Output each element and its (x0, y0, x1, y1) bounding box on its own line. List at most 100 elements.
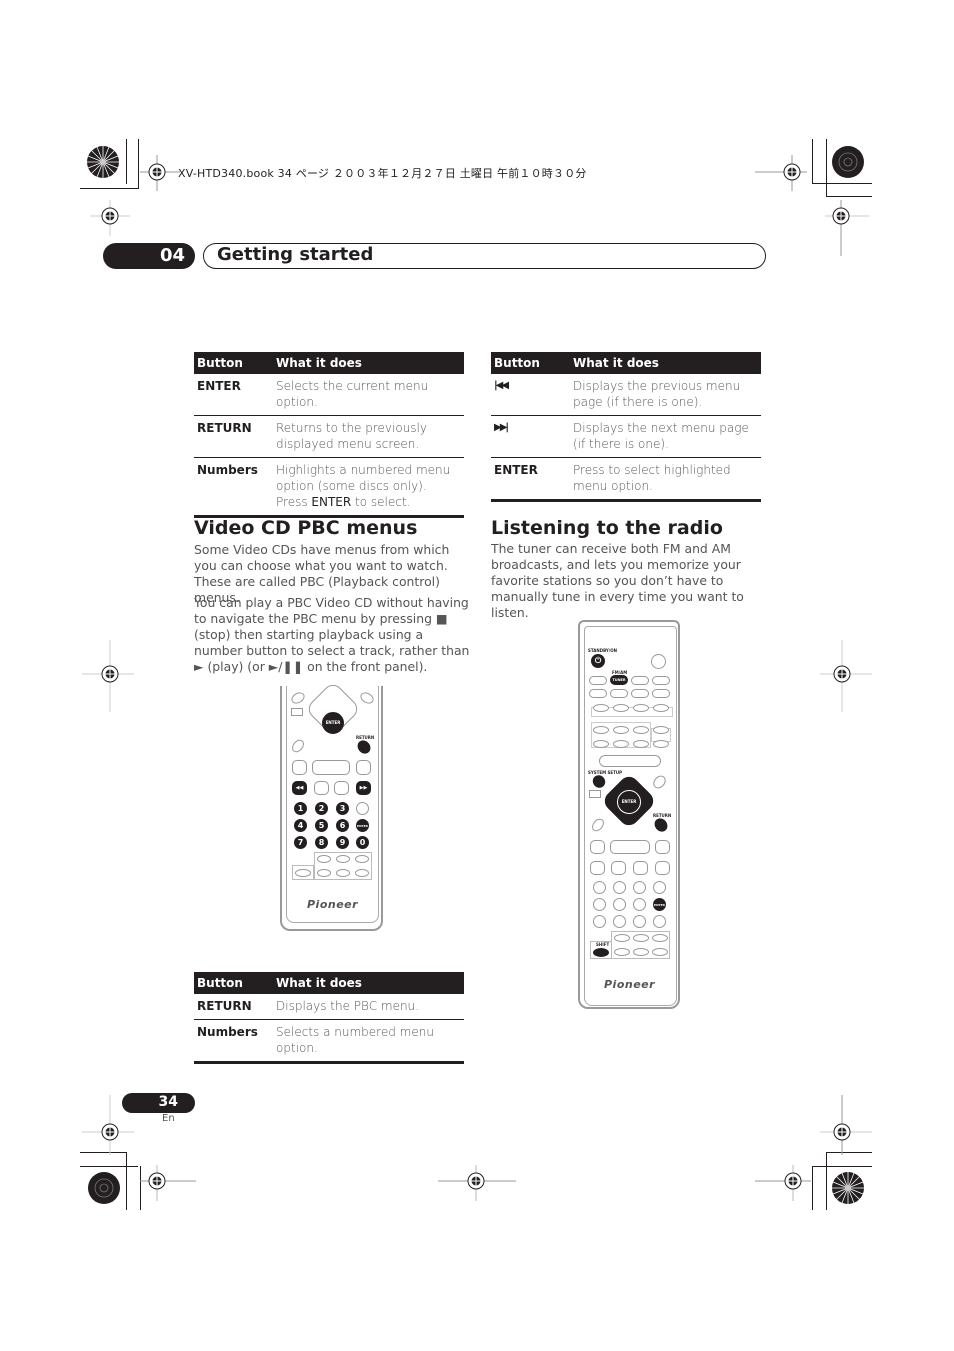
standby-label: STANDBY/ON (588, 648, 617, 653)
shift-label: SHIFT (596, 942, 610, 947)
number-label: 2 (318, 803, 325, 813)
chapter-title: Getting started (217, 244, 374, 265)
remote-button (295, 869, 311, 877)
table-row: Numbers Highlights a numbered menu optio… (194, 457, 464, 518)
tuner-button-illustration: TUNER (610, 675, 628, 685)
remote-button (312, 760, 350, 775)
column-header: Button (194, 352, 273, 374)
remote-button (590, 861, 605, 875)
starburst-icon (87, 146, 119, 178)
remote-button (653, 726, 669, 734)
chapter-number-badge: 04 (103, 243, 195, 269)
previous-icon: |◀◀ (491, 374, 570, 416)
button-description: Displays the PBC menu. (273, 994, 464, 1020)
remote-button (633, 881, 646, 894)
table-header-row: Button What it does (194, 352, 464, 374)
button-name: Numbers (194, 457, 273, 518)
enter-label: ENTER (621, 799, 637, 804)
crosshair-icon (438, 1165, 516, 1201)
button-description: Returns to the previously displayed menu… (273, 415, 464, 458)
remote-button (593, 898, 606, 911)
chapter-title-box: Getting started (203, 243, 766, 269)
column-header: What it does (570, 352, 761, 374)
description-emphasis: ENTER (311, 495, 352, 509)
remote-button (593, 915, 606, 928)
crosshair-icon (140, 1165, 196, 1201)
next-button-illustration: ▶▶ (356, 781, 371, 795)
enter-button-small: ENTER (356, 819, 369, 832)
number-label: 8 (318, 837, 325, 847)
number-label: 5 (318, 820, 325, 830)
button-description: Displays the previous menu page (if ther… (570, 374, 761, 416)
next-icon: ▶▶| (491, 415, 570, 458)
crosshair-icon (755, 155, 807, 191)
remote-button (611, 861, 626, 875)
remote-button (356, 802, 369, 815)
next-icon: ▶▶ (359, 785, 368, 791)
remote-illustration-tuner: STANDBY/ON ⏻ FM/AM TUNER SYSTEM SETUP EN… (578, 620, 680, 1009)
crosshair-icon (825, 200, 869, 256)
remote-button (652, 689, 670, 698)
column-header: What it does (273, 352, 464, 374)
remote-button (613, 915, 626, 928)
remote-button (652, 676, 670, 685)
crosshair-icon (82, 640, 134, 712)
column-header: Button (491, 352, 570, 374)
remote-button (613, 881, 626, 894)
starburst-icon (88, 1172, 120, 1204)
button-name: RETURN (194, 994, 273, 1020)
button-name: ENTER (491, 457, 570, 502)
pioneer-logo: Pioneer (307, 898, 359, 911)
number-label: 1 (297, 803, 304, 813)
return-label: RETURN (356, 735, 375, 740)
remote-button (651, 654, 666, 669)
number-label: 9 (339, 837, 346, 847)
remote-button (614, 934, 630, 942)
number-label: 4 (297, 820, 304, 830)
table-header-row: Button What it does (194, 972, 464, 994)
remote-button (613, 726, 629, 734)
remote-button (653, 881, 666, 894)
button-table-menu: Button What it does ENTER Selects the cu… (194, 352, 464, 518)
radio-paragraph: The tuner can receive both FM and AM bro… (491, 541, 744, 620)
crosshair-icon (755, 1165, 811, 1201)
button-description: Highlights a numbered menu option (some … (273, 457, 464, 518)
remote-button (610, 689, 628, 698)
remote-button (291, 708, 303, 716)
column-header: Button (194, 972, 273, 994)
button-name: Numbers (194, 1019, 273, 1064)
crosshair-icon (820, 1095, 872, 1155)
remote-button (590, 840, 605, 854)
remote-button (336, 869, 350, 877)
remote-button (589, 689, 607, 698)
table-row: |◀◀ Displays the previous menu page (if … (491, 374, 761, 416)
power-icon: ⏻ (594, 656, 602, 665)
remote-button (633, 934, 649, 942)
book-file-header: XV-HTD340.book 34 ページ ２００３年１２月２７日 土曜日 午前… (178, 167, 587, 180)
enter-label: ENTER (325, 720, 341, 725)
number-button-1: 1 (294, 802, 307, 815)
remote-button (655, 840, 670, 854)
remote-button (633, 740, 649, 748)
number-button-9: 9 (336, 836, 349, 849)
remote-button (317, 855, 331, 863)
page-language: En (162, 1113, 175, 1124)
pioneer-logo: Pioneer (604, 978, 656, 991)
page-number: 34 (158, 1094, 178, 1110)
remote-button (589, 676, 607, 685)
table-row: RETURN Returns to the previously display… (194, 415, 464, 458)
previous-symbol: |◀◀ (494, 380, 509, 391)
number-button-6: 6 (336, 819, 349, 832)
table-row: ENTER Press to select highlighted menu o… (491, 457, 761, 502)
button-table-skip: Button What it does |◀◀ Displays the pre… (491, 352, 761, 502)
number-button-2: 2 (315, 802, 328, 815)
description-text: to select. (351, 495, 411, 509)
crosshair-icon (140, 155, 180, 191)
section-heading-vcd: Video CD PBC menus (194, 517, 418, 539)
table-row: RETURN Displays the PBC menu. (194, 994, 464, 1020)
remote-button (633, 861, 648, 875)
enter-label: ENTER (654, 902, 665, 907)
next-symbol: ▶▶| (494, 422, 509, 433)
section-heading-radio: Listening to the radio (491, 517, 723, 539)
button-description: Selects a numbered menu option. (273, 1019, 464, 1064)
